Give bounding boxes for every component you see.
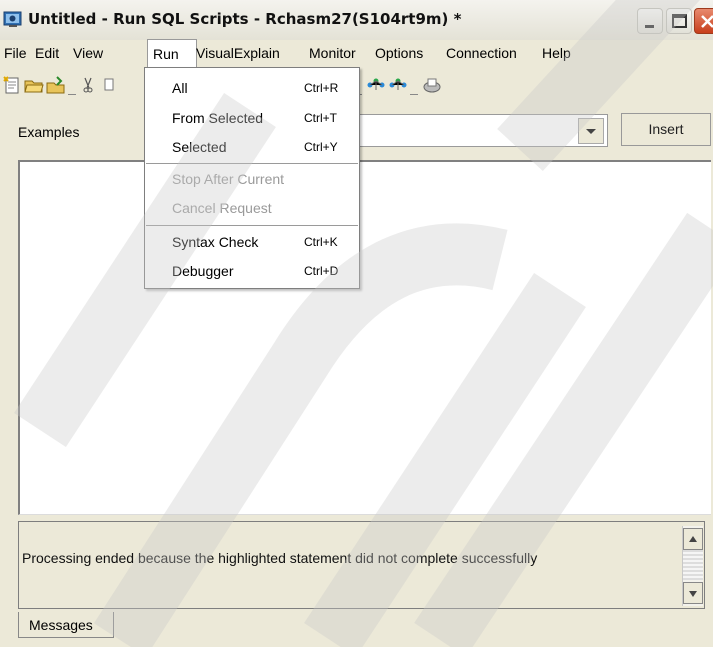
arrow-up-icon [689,536,697,542]
chevron-down-icon[interactable] [578,118,604,144]
scroll-thumb[interactable] [683,550,703,580]
examples-label: Examples [18,124,80,140]
menu-monitor[interactable]: Monitor [309,45,356,61]
menu-help[interactable]: Help [542,45,571,61]
menu-file[interactable]: File [4,45,27,61]
app-icon [3,9,23,29]
minimize-button[interactable] [637,8,663,34]
window-title: Untitled - Run SQL Scripts - Rchasm27(S1… [28,10,462,28]
run-menu-item-from-selected[interactable]: From Selected [172,110,263,126]
toolbar-separator [410,92,418,95]
run-menu-shortcut-selected: Ctrl+Y [304,140,338,154]
new-script-icon[interactable] [2,75,22,95]
run-menu-item-debugger[interactable]: Debugger [172,263,234,279]
maximize-icon [672,14,687,28]
scroll-down-button[interactable] [683,582,703,604]
run-menu-item-cancel-request: Cancel Request [172,200,272,216]
run-menu-item-stop-after-current: Stop After Current [172,171,285,187]
explain-run-icon[interactable] [388,75,408,95]
close-button[interactable] [694,8,713,34]
run-menu-shortcut-all: Ctrl+R [304,81,339,95]
run-menu-dropdown: All Ctrl+R From Selected Ctrl+T Selected… [144,67,360,289]
run-menu-item-syntax-check[interactable]: Syntax Check [172,234,258,250]
examples-dropdown[interactable] [340,114,608,147]
menu-options[interactable]: Options [375,45,423,61]
menu-bar: File Edit View Run VisualExplain Monitor… [0,39,713,67]
title-bar[interactable]: Untitled - Run SQL Scripts - Rchasm27(S1… [0,0,713,40]
run-menu-shortcut-debugger: Ctrl+D [304,264,339,278]
run-menu-shortcut-from-selected: Ctrl+T [304,111,337,125]
close-icon [701,15,713,28]
menu-visualexplain[interactable]: VisualExplain [196,45,280,61]
arrow-down-icon [689,591,697,597]
copy-icon[interactable] [100,75,120,95]
print-icon[interactable] [422,75,442,95]
sql-editor[interactable] [18,160,711,515]
menu-edit[interactable]: Edit [35,45,59,61]
run-sql-scripts-window: Untitled - Run SQL Scripts - Rchasm27(S1… [0,0,713,647]
toolbar-separator [68,92,76,95]
minimize-icon [645,25,654,28]
run-menu-item-all[interactable]: All [172,80,188,96]
run-menu-item-selected[interactable]: Selected [172,139,226,155]
menu-connection[interactable]: Connection [446,45,517,61]
messages-scrollbar[interactable] [682,526,703,606]
scroll-up-button[interactable] [683,528,703,550]
tab-messages[interactable]: Messages [18,612,114,638]
message-text: Processing ended because the highlighted… [22,550,538,566]
menu-run[interactable]: Run [147,39,197,67]
menu-separator [146,225,358,226]
menu-view[interactable]: View [73,45,103,61]
run-menu-shortcut-syntax-check: Ctrl+K [304,235,338,249]
insert-button[interactable]: Insert [621,113,711,146]
menu-separator [146,163,358,164]
save-icon[interactable] [46,75,66,95]
cut-icon[interactable] [78,75,98,95]
open-icon[interactable] [24,75,44,95]
maximize-button[interactable] [666,8,692,34]
explain-icon[interactable] [366,75,386,95]
